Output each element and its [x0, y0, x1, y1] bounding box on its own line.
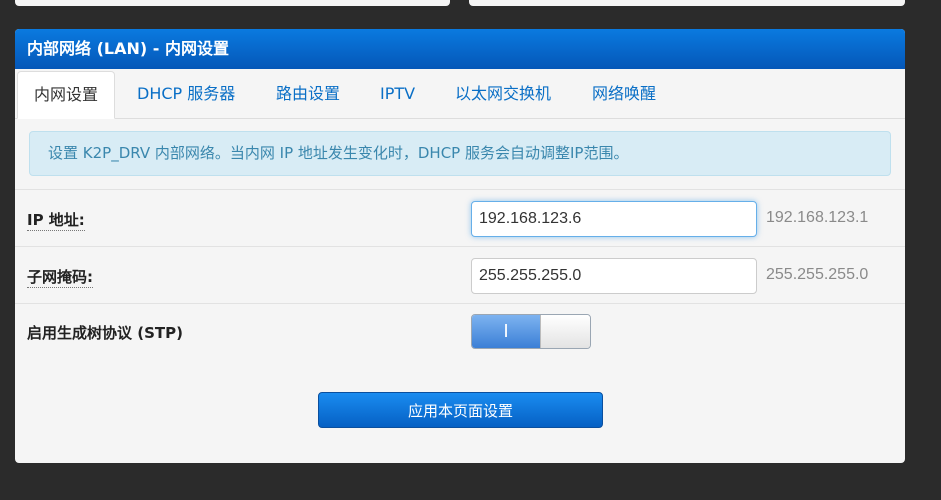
ip-address-row: IP 地址: 192.168.123.1	[15, 189, 905, 247]
ip-address-default: 192.168.123.1	[766, 209, 869, 226]
ip-address-label: IP 地址:	[27, 211, 85, 231]
tab-ethernet-switch[interactable]: 以太网交换机	[439, 71, 567, 117]
panel-title: 内部网络 (LAN) - 内网设置	[15, 29, 905, 69]
tab-bar: 内网设置 DHCP 服务器 路由设置 IPTV 以太网交换机 网络唤醒	[15, 69, 905, 119]
stp-row: 启用生成树协议 (STP) I	[15, 303, 905, 364]
tab-dhcp-server[interactable]: DHCP 服务器	[121, 71, 251, 117]
stp-label: 启用生成树协议 (STP)	[27, 324, 183, 342]
subnet-mask-label: 子网掩码:	[27, 268, 93, 288]
subnet-mask-row: 子网掩码: 255.255.255.0	[15, 246, 905, 304]
stp-toggle[interactable]: I	[471, 314, 591, 349]
apply-settings-button[interactable]: 应用本页面设置	[318, 392, 603, 428]
info-message: 设置 K2P_DRV 内部网络。当内网 IP 地址发生变化时，DHCP 服务会自…	[29, 131, 891, 176]
tab-wake-on-lan[interactable]: 网络唤醒	[576, 71, 672, 117]
lan-settings-panel: 内部网络 (LAN) - 内网设置 内网设置 DHCP 服务器 路由设置 IPT…	[15, 29, 905, 463]
subnet-mask-default: 255.255.255.0	[766, 266, 869, 283]
tab-lan-settings[interactable]: 内网设置	[17, 71, 116, 119]
top-card-right	[469, 0, 905, 6]
stp-toggle-on-indicator: I	[472, 315, 540, 348]
ip-address-input[interactable]	[471, 201, 757, 237]
stp-toggle-handle[interactable]	[540, 315, 590, 348]
subnet-mask-input[interactable]	[471, 258, 757, 294]
top-card-left	[15, 0, 450, 6]
tab-routing[interactable]: 路由设置	[260, 71, 356, 117]
tab-iptv[interactable]: IPTV	[364, 71, 431, 117]
